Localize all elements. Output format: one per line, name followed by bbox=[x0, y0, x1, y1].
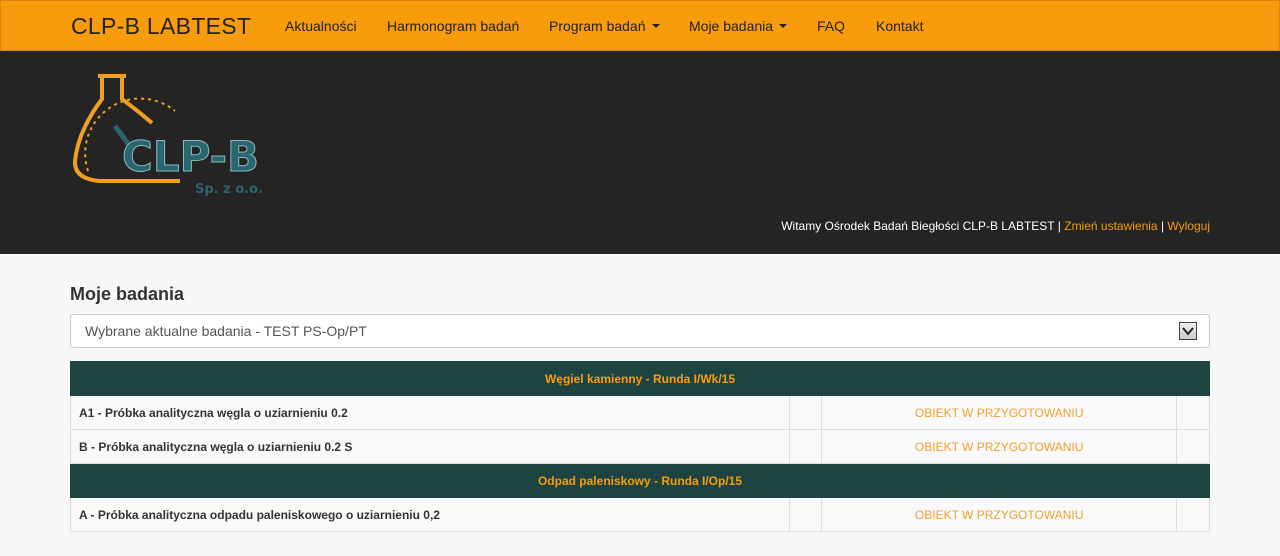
status-cell[interactable]: OBIEKT W PRZYGOTOWANIU bbox=[821, 395, 1178, 430]
nav-item-label: Kontakt bbox=[876, 18, 924, 34]
table-group-header: Węgiel kamienny - Runda I/Wk/15 bbox=[70, 361, 1210, 396]
table-row: B - Próbka analityczna węgla o uziarnien… bbox=[69, 429, 1210, 464]
separator: | bbox=[1057, 219, 1061, 233]
caret-down-icon bbox=[779, 24, 788, 29]
caret-down-icon bbox=[651, 24, 660, 29]
table-row: A - Próbka analityczna odpadu paleniskow… bbox=[69, 497, 1210, 532]
nav-item-kontakt[interactable]: Kontakt bbox=[876, 18, 923, 34]
status-cell[interactable]: OBIEKT W PRZYGOTOWANIU bbox=[821, 497, 1178, 532]
empty-cell bbox=[789, 429, 823, 464]
sample-name: A1 - Próbka analityczna węgla o uziarnie… bbox=[69, 395, 791, 430]
empty-cell bbox=[789, 395, 823, 430]
top-navbar: CLP-B LABTEST Aktualności Harmonogram ba… bbox=[0, 0, 1280, 51]
change-settings-link[interactable]: Zmień ustawienia bbox=[1064, 219, 1157, 233]
group-header-cell: Węgiel kamienny - Runda I/Wk/15 bbox=[70, 361, 1210, 396]
welcome-bar: Witamy Ośrodek Badań Biegłości CLP-B LAB… bbox=[781, 219, 1210, 233]
nav-item-label: Aktualności bbox=[285, 18, 357, 34]
brand-title[interactable]: CLP-B LABTEST bbox=[71, 13, 251, 40]
header-banner: CLP-B Sp. z o.o. Witamy Ośrodek Badań Bi… bbox=[0, 51, 1280, 254]
table-row: A1 - Próbka analityczna węgla o uziarnie… bbox=[69, 395, 1210, 430]
page-title: Moje badania bbox=[70, 284, 185, 304]
group-header-cell: Odpad paleniskowy - Runda I/Op/15 bbox=[70, 463, 1210, 498]
chevron-down-icon[interactable] bbox=[1179, 322, 1197, 340]
welcome-text: Witamy Ośrodek Badań Biegłości CLP-B LAB… bbox=[781, 219, 1055, 233]
nav-item-faq[interactable]: FAQ bbox=[817, 18, 845, 34]
research-select[interactable]: Wybrane aktualne badania - TEST PS-Op/PT bbox=[70, 314, 1210, 348]
empty-cell bbox=[1176, 429, 1210, 464]
nav-item-label: Harmonogram badań bbox=[387, 18, 520, 34]
logout-link[interactable]: Wyloguj bbox=[1167, 219, 1210, 233]
nav-item-label: FAQ bbox=[817, 18, 846, 34]
nav-item-label: Moje badania bbox=[689, 18, 774, 34]
empty-cell bbox=[1176, 395, 1210, 430]
select-value: Wybrane aktualne badania - TEST PS-Op/PT bbox=[85, 323, 367, 339]
table-group-header: Odpad paleniskowy - Runda I/Op/15 bbox=[70, 463, 1210, 498]
logo-text: CLP-B bbox=[122, 132, 259, 181]
empty-cell bbox=[1176, 497, 1210, 532]
nav-item-label: Program badań bbox=[549, 18, 646, 34]
separator: | bbox=[1160, 219, 1165, 233]
clp-b-logo: CLP-B Sp. z o.o. bbox=[72, 74, 263, 197]
research-table: Węgiel kamienny - Runda I/Wk/15 A1 - Pró… bbox=[69, 361, 1210, 532]
status-cell[interactable]: OBIEKT W PRZYGOTOWANIU bbox=[821, 429, 1178, 464]
empty-cell bbox=[789, 497, 823, 532]
nav-item-aktualnosci[interactable]: Aktualności bbox=[285, 18, 357, 34]
nav-item-program-badan[interactable]: Program badań bbox=[549, 18, 660, 34]
nav-item-harmonogram[interactable]: Harmonogram badań bbox=[387, 18, 519, 34]
logo-subtext: Sp. z o.o. bbox=[195, 182, 263, 197]
nav-item-moje-badania[interactable]: Moje badania bbox=[689, 18, 788, 34]
sample-name: B - Próbka analityczna węgla o uziarnien… bbox=[69, 429, 791, 464]
sample-name: A - Próbka analityczna odpadu paleniskow… bbox=[69, 497, 791, 532]
